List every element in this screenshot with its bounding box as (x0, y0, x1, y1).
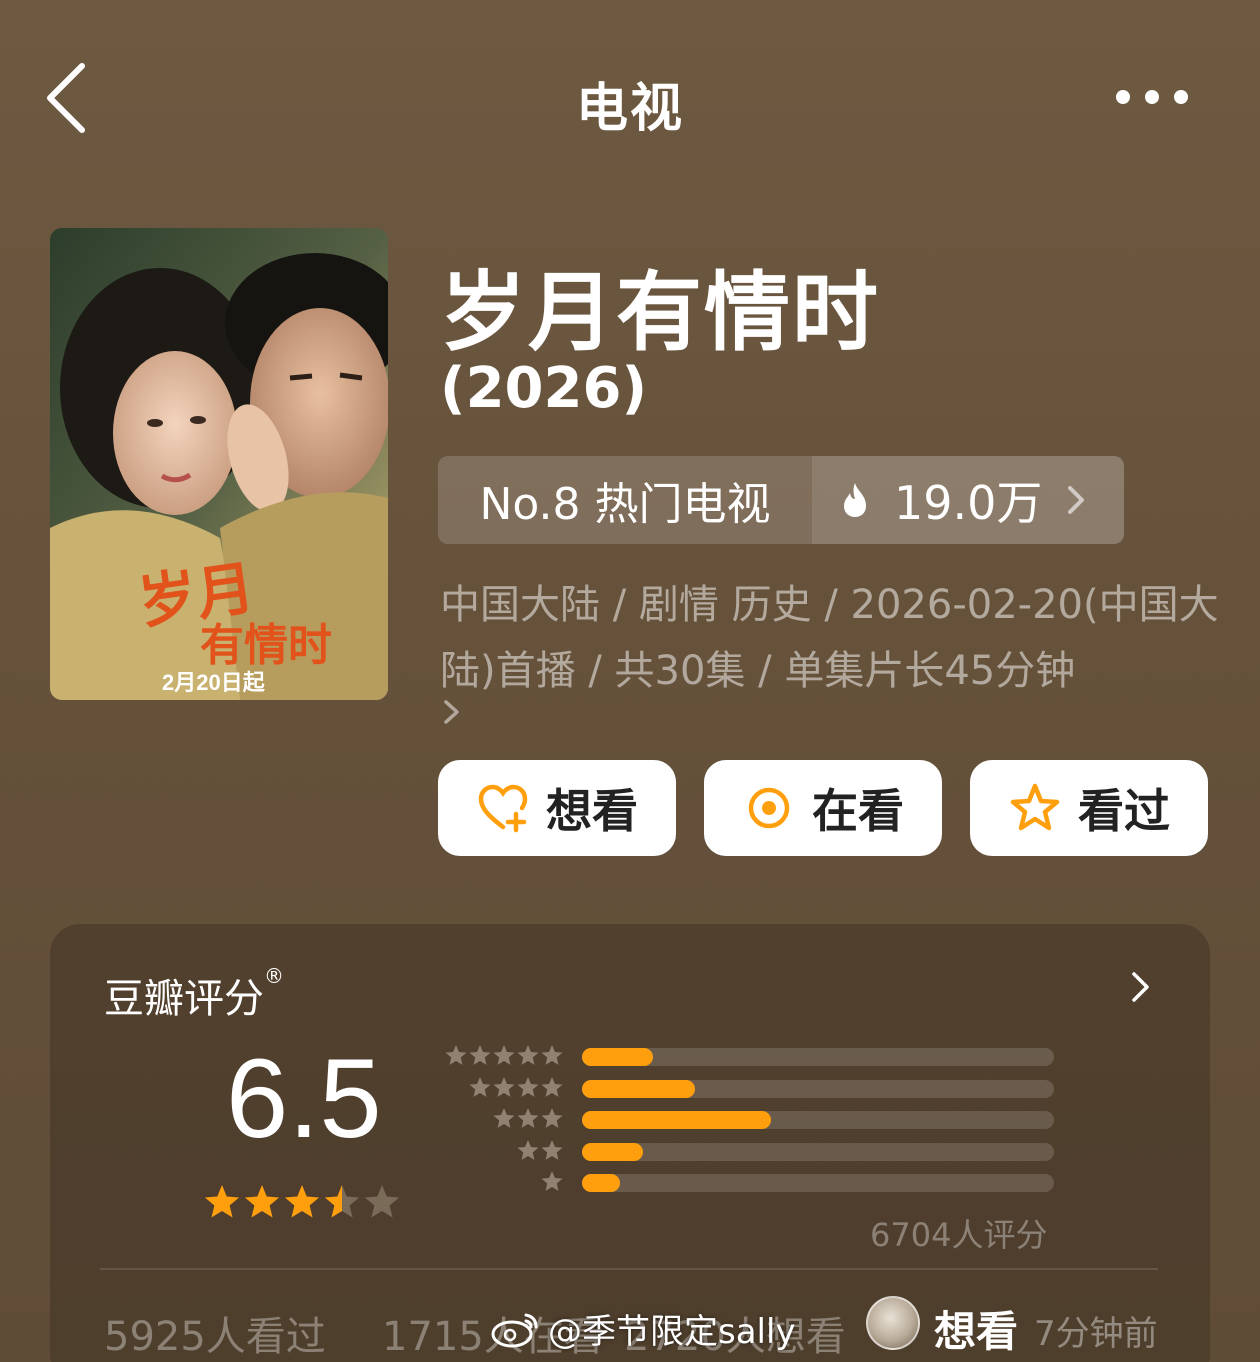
distribution-row-3 (446, 1107, 1066, 1131)
distribution-stars-1 (541, 1171, 563, 1191)
distribution-track (582, 1174, 1054, 1192)
divider (100, 1268, 1158, 1270)
rating-score: 6.5 (226, 1036, 382, 1161)
heart-plus-icon (478, 784, 528, 833)
distribution-star (541, 1171, 563, 1191)
weibo-watermark: @季节限定sally (490, 1304, 796, 1353)
distribution-stars-4 (469, 1076, 563, 1097)
poster-date-text: 2月20日起 (162, 670, 266, 695)
watching-button[interactable]: 在看 (704, 760, 942, 856)
more-dots-icon (1116, 90, 1188, 104)
registered-mark: ® (264, 964, 284, 988)
star-outline-icon (1010, 783, 1060, 831)
want-button[interactable]: 想看 (438, 760, 676, 856)
show-year: (2026) (440, 356, 648, 421)
rating-label-text: 豆瓣评分 (104, 976, 264, 1022)
chevron-right-icon (1068, 486, 1085, 514)
heat-section[interactable]: 19.0万 (812, 456, 1124, 544)
poster-image[interactable]: 岁月 有情时 2月20日起 (50, 228, 388, 700)
score-star-5 (364, 1185, 400, 1218)
distribution-bar-5 (582, 1048, 653, 1066)
distribution-stars-2 (517, 1139, 563, 1160)
user-action-text: 想看 (934, 1307, 1019, 1356)
watermark-text: @季节限定sally (548, 1312, 796, 1352)
distribution-star (541, 1108, 563, 1128)
chevron-right-icon[interactable] (1130, 970, 1152, 1004)
watched-label: 看过 (1078, 784, 1170, 838)
distribution-star (541, 1076, 563, 1097)
user-activity-overlay[interactable]: 想看 7分钟前 (866, 1296, 1246, 1362)
heat-value: 19.0万 (894, 476, 1043, 530)
action-buttons: 想看 在看 看过 (438, 760, 1210, 856)
distribution-bar-3 (582, 1111, 771, 1129)
distribution-bar-1 (582, 1174, 620, 1192)
rating-count: 6704人评分 (870, 1216, 1048, 1254)
rating-stars (204, 1185, 400, 1218)
rank-label: No.8 热门电视 (479, 479, 771, 530)
page-title: 电视 (575, 79, 684, 139)
distribution-star (493, 1108, 515, 1128)
distribution-bar-2 (582, 1142, 644, 1161)
distribution-stars-5 (445, 1045, 563, 1065)
score-star-1 (204, 1185, 240, 1218)
distribution-star (445, 1045, 467, 1065)
watching-label: 在看 (812, 784, 904, 838)
distribution-row-5 (445, 1044, 1066, 1068)
avatar[interactable] (866, 1296, 920, 1350)
distribution-bar-4 (582, 1079, 696, 1098)
score-star-3 (284, 1185, 320, 1218)
rating-distribution (445, 1044, 1066, 1204)
more-button[interactable] (1112, 86, 1192, 108)
distribution-track (582, 1079, 1054, 1098)
svg-text:有情时: 有情时 (200, 620, 332, 671)
flame-icon (844, 483, 866, 517)
distribution-star (517, 1045, 539, 1065)
distribution-track (582, 1048, 1054, 1066)
user-action-time: 7分钟前 (1034, 1314, 1158, 1354)
distribution-star (493, 1045, 515, 1065)
distribution-row-2 (446, 1139, 1066, 1163)
distribution-star (469, 1045, 491, 1065)
distribution-star (517, 1108, 539, 1128)
distribution-star (541, 1045, 563, 1065)
show-meta: 中国大陆 / 剧情 历史 / 2026-02-20(中国大陆)首播 / 共30集… (440, 582, 1219, 694)
target-circle-icon (748, 787, 790, 829)
weibo-logo-icon (491, 1313, 538, 1347)
distribution-star (517, 1076, 539, 1097)
distribution-star (493, 1076, 515, 1097)
distribution-stars-3 (493, 1108, 563, 1128)
watched-button[interactable]: 看过 (970, 760, 1208, 856)
poster-artwork: 岁月 有情时 2月20日起 (50, 228, 388, 700)
distribution-star (541, 1139, 563, 1160)
distribution-track (582, 1142, 1054, 1161)
distribution-row-4 (446, 1076, 1066, 1100)
meta-chevron-icon[interactable] (442, 698, 462, 726)
show-title: 岁月有情时 (440, 263, 880, 363)
rank-pill[interactable]: No.8 热门电视 19.0万 (438, 456, 1124, 544)
distribution-track (582, 1111, 1054, 1129)
want-label: 想看 (546, 784, 638, 838)
rating-label: 豆瓣评分® (104, 964, 284, 1024)
score-star-4 (324, 1185, 360, 1218)
watched-count[interactable]: 5925人看过 (104, 1304, 326, 1362)
distribution-star (469, 1076, 491, 1097)
score-star-2 (244, 1185, 280, 1218)
distribution-row-1 (446, 1170, 1066, 1194)
distribution-star (517, 1139, 539, 1160)
top-bar: 电视 (0, 0, 1260, 190)
